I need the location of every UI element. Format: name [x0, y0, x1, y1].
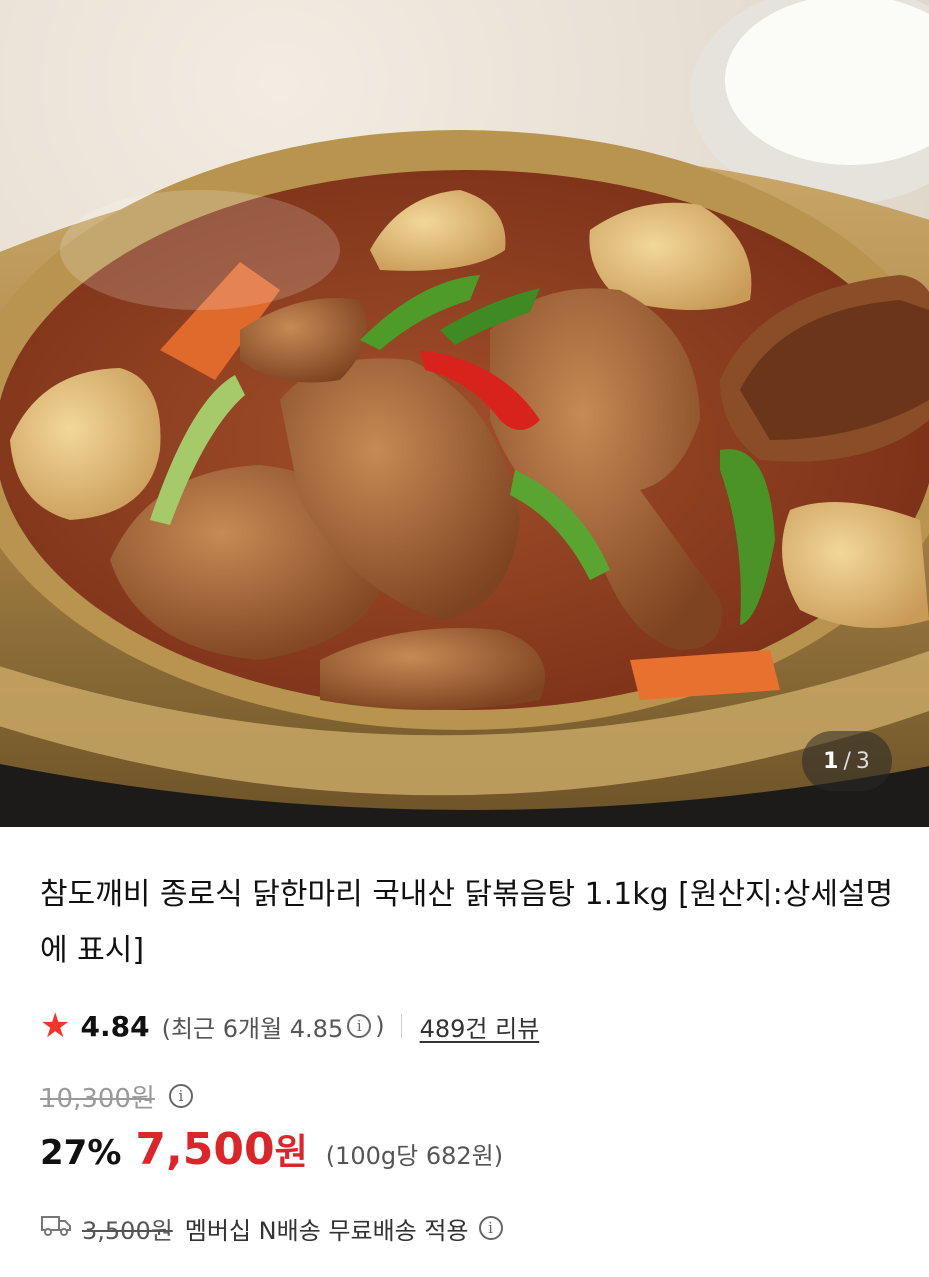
- image-page-indicator: 1 / 3: [802, 731, 892, 791]
- shipping-info-icon[interactable]: i: [478, 1216, 503, 1240]
- unit-price: (100g당 682원): [325, 1142, 504, 1170]
- sale-price: 7,500: [135, 1124, 275, 1175]
- total-image-count: 3: [855, 748, 871, 774]
- truck-icon: [40, 1213, 72, 1243]
- recent-rating-text: (최근 6개월 4.85: [161, 1014, 344, 1043]
- original-price-row: 10,300원 i: [40, 1071, 889, 1121]
- image-counter-separator: /: [843, 748, 852, 774]
- product-photo: [0, 0, 929, 827]
- discount-rate: 27%: [40, 1133, 122, 1173]
- rating-row: ★ 4.84 (최근 6개월 4.85 i ) 489건 리뷰: [40, 1001, 889, 1051]
- current-image-number: 1: [823, 748, 840, 774]
- product-title: 참도깨비 종로식 닭한마리 국내산 닭볶음탕 1.1kg [원산지:상세설명에 …: [40, 877, 894, 968]
- star-icon: ★: [40, 1006, 71, 1046]
- recent-rating-close: ): [375, 1012, 385, 1040]
- shipping-row: 3,500원 멤버십 N배송 무료배송 적용 i: [40, 1205, 889, 1251]
- product-image-gallery[interactable]: 1 / 3: [0, 0, 929, 827]
- product-info: 참도깨비 종로식 닭한마리 국내산 닭볶음탕 1.1kg [원산지:상세설명에 …: [0, 867, 929, 1251]
- rating-score: 4.84: [80, 1009, 150, 1043]
- shipping-benefit-text: 멤버십 N배송 무료배송 적용: [184, 1216, 469, 1245]
- sale-price-currency: 원: [274, 1132, 308, 1173]
- price-info-icon[interactable]: i: [168, 1084, 193, 1108]
- original-shipping-fee: 3,500원: [82, 1216, 173, 1245]
- divider: [400, 1014, 402, 1038]
- original-price: 10,300원: [40, 1083, 155, 1114]
- sale-price-row: 27% 7,500 원 (100g당 682원): [40, 1123, 889, 1183]
- recent-rating: (최근 6개월 4.85 i ): [162, 1009, 385, 1044]
- info-icon[interactable]: i: [347, 1014, 372, 1038]
- review-count-link[interactable]: 489건 리뷰: [420, 1009, 540, 1044]
